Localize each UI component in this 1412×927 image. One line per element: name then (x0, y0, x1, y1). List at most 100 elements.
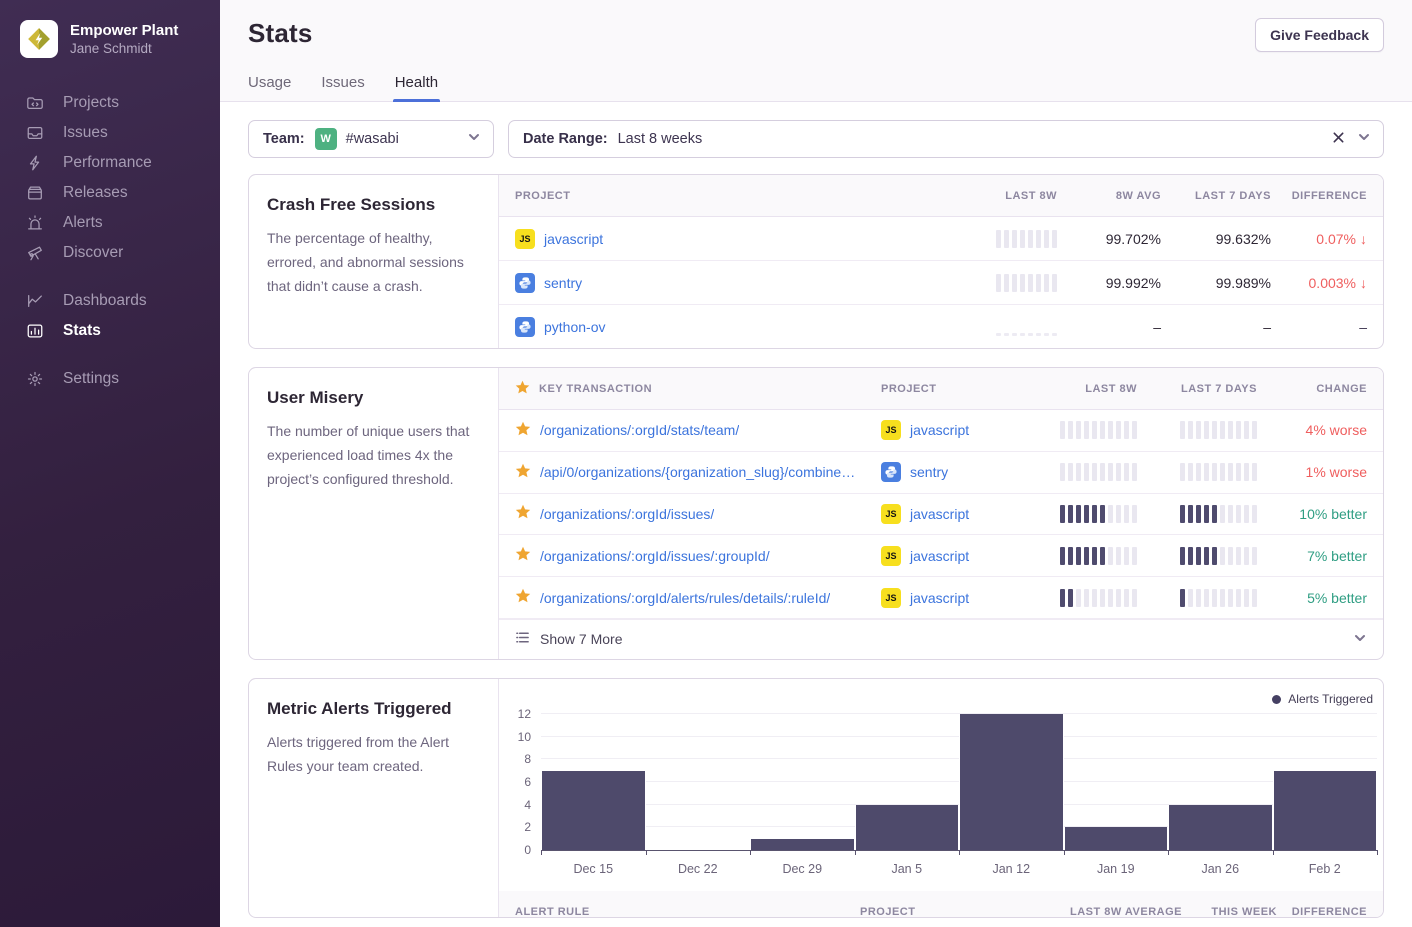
key-transaction-star-icon[interactable] (515, 421, 531, 440)
sparkline-bar (1132, 589, 1137, 607)
sidebar-item-issues[interactable]: Issues (0, 118, 220, 148)
sparkline-bar (1204, 547, 1209, 565)
column-header-this-week: This Week (1182, 906, 1277, 918)
x-tick-label: Dec 22 (646, 862, 751, 876)
alerts-icon (26, 214, 44, 232)
sparkline-bar (1044, 230, 1049, 248)
star-icon (515, 380, 530, 398)
sparkline-bar (1028, 333, 1033, 336)
sparkline-bar (996, 274, 1001, 292)
sparkline-bar (1124, 547, 1129, 565)
key-transaction-star-icon[interactable] (515, 546, 531, 565)
key-transaction-star-icon[interactable] (515, 588, 531, 607)
chart-legend[interactable]: Alerts Triggered (1272, 692, 1373, 706)
sparkline-bar (1180, 589, 1185, 607)
sidebar-item-label: Alerts (63, 214, 103, 232)
project-link[interactable]: javascript (910, 506, 969, 522)
show-more-row[interactable]: Show 7 More (499, 619, 1383, 659)
tab-health[interactable]: Health (395, 74, 438, 101)
chart-bar (1273, 771, 1378, 850)
sparkline-bar (1068, 547, 1073, 565)
sidebar-item-dashboards[interactable]: Dashboards (0, 286, 220, 316)
metric-alerts-description: Metric Alerts Triggered Alerts triggered… (249, 679, 499, 917)
avg-value: 99.992% (1063, 275, 1163, 291)
sidebar-item-stats[interactable]: Stats (0, 316, 220, 346)
sparkline-bar (1180, 547, 1185, 565)
metric-alerts-chart-column: Alerts Triggered 024681012 Dec 15Dec 22D… (499, 679, 1383, 917)
sidebar-item-discover[interactable]: Discover (0, 238, 220, 268)
sparkline-bar (1092, 463, 1097, 481)
transaction-link[interactable]: /organizations/:orgId/issues/ (540, 506, 714, 522)
sparkline (1180, 421, 1257, 439)
sidebar-item-label: Releases (63, 184, 128, 202)
key-transaction-star-icon[interactable] (515, 504, 531, 523)
sparkline-bar (1228, 547, 1233, 565)
sparkline-bar (1116, 421, 1121, 439)
key-transaction-star-icon[interactable] (515, 463, 531, 482)
project-link[interactable]: sentry (910, 464, 948, 480)
sparkline-bar (1020, 230, 1025, 248)
column-header-project: Project (881, 383, 1031, 395)
clear-date-icon[interactable] (1332, 131, 1345, 148)
project-link[interactable]: javascript (910, 590, 969, 606)
chevron-down-icon (1357, 130, 1371, 148)
performance-icon (26, 154, 44, 172)
project-link[interactable]: javascript (544, 231, 603, 247)
sidebar-item-projects[interactable]: Projects (0, 88, 220, 118)
x-axis-tick (1273, 850, 1274, 855)
project-link[interactable]: python-ov (544, 319, 605, 335)
sparkline-bar (1108, 589, 1113, 607)
sparkline-bar (1012, 274, 1017, 292)
sparkline-bar (1196, 505, 1201, 523)
transaction-link[interactable]: /organizations/:orgId/stats/team/ (540, 422, 739, 438)
sparkline-bar (1196, 421, 1201, 439)
org-info: Empower Plant Jane Schmidt (70, 21, 178, 58)
org-switcher[interactable]: Empower Plant Jane Schmidt (0, 20, 220, 58)
sparkline-bar (1212, 505, 1217, 523)
chart-bar (1168, 805, 1273, 850)
sparkline-bar (1132, 463, 1137, 481)
project-link[interactable]: sentry (544, 275, 582, 291)
sparkline-bar (1084, 505, 1089, 523)
sparkline-bar (1236, 505, 1241, 523)
date-range-select[interactable]: Date Range: Last 8 weeks (508, 120, 1384, 158)
python-platform-icon (515, 317, 535, 337)
sparkline-bar (1052, 333, 1057, 336)
sparkline-bar (1220, 505, 1225, 523)
page-title: Stats (248, 18, 313, 49)
crash-free-description: Crash Free Sessions The percentage of he… (249, 175, 499, 348)
sparkline-bar (996, 230, 1001, 248)
sparkline-bar (1060, 421, 1065, 439)
sparkline-bar (1180, 505, 1185, 523)
transaction-link[interactable]: /organizations/:orgId/alerts/rules/detai… (540, 590, 830, 606)
sparkline-bar (1076, 547, 1081, 565)
sidebar-item-performance[interactable]: Performance (0, 148, 220, 178)
column-header-change: Change (1271, 383, 1383, 395)
table-row: /api/0/organizations/{organization_slug}… (499, 452, 1383, 494)
chevron-down-icon[interactable] (1353, 631, 1367, 648)
last7-value: 99.632% (1163, 231, 1271, 247)
dashboards-icon (26, 292, 44, 310)
nav-divider (0, 268, 220, 286)
team-select[interactable]: Team: W #wasabi (248, 120, 494, 158)
filter-bar: Team: W #wasabi Date Range: Last 8 weeks (248, 120, 1384, 158)
x-tick-label: Jan 5 (855, 862, 960, 876)
project-link[interactable]: javascript (910, 422, 969, 438)
y-tick-label: 4 (524, 798, 531, 812)
tab-usage[interactable]: Usage (248, 74, 291, 101)
column-header-last7days: Last 7 Days (1163, 190, 1271, 202)
x-axis-tick (1064, 850, 1065, 855)
tab-issues[interactable]: Issues (321, 74, 364, 101)
column-header-alert-rule: Alert Rule (499, 906, 860, 918)
sidebar-item-settings[interactable]: Settings (0, 364, 220, 394)
transaction-link[interactable]: /api/0/organizations/{organization_slug}… (540, 464, 855, 480)
sparkline-bar (1092, 589, 1097, 607)
sidebar-item-alerts[interactable]: Alerts (0, 208, 220, 238)
transaction-link[interactable]: /organizations/:orgId/issues/:groupId/ (540, 548, 770, 564)
sparkline-bar (1044, 274, 1049, 292)
sidebar-item-releases[interactable]: Releases (0, 178, 220, 208)
project-link[interactable]: javascript (910, 548, 969, 564)
difference-value: – (1271, 319, 1383, 335)
sparkline-bar (1116, 463, 1121, 481)
give-feedback-button[interactable]: Give Feedback (1255, 18, 1384, 52)
